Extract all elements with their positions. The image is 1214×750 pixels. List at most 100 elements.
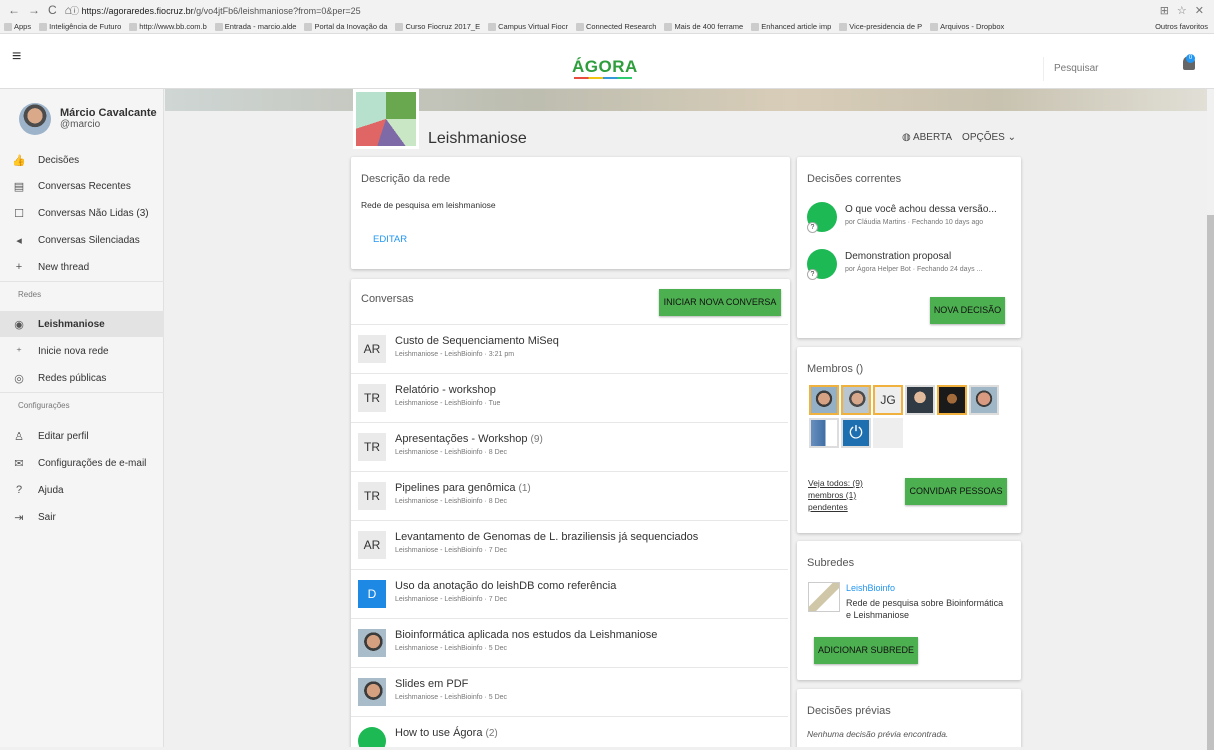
new-decision-button[interactable]: NOVA DECISÃO [930, 297, 1005, 324]
decision-title: Demonstration proposal [845, 251, 952, 262]
member-avatar[interactable] [937, 385, 967, 415]
sidebar-item[interactable]: ♙ Editar perfil [0, 423, 164, 449]
conversation-meta: Leishmaniose - LeishBioinfo · 3:21 pm [395, 351, 515, 358]
subnetwork-logo[interactable] [808, 582, 840, 612]
sidebar-item[interactable]: ▤ Conversas Recentes [0, 173, 164, 199]
sidebar-item[interactable]: ✉ Configurações de e-mail [0, 450, 164, 476]
star-icon[interactable]: ☆ [1177, 4, 1187, 17]
sidebar-item[interactable]: ? Ajuda [0, 477, 164, 503]
bookmark-item[interactable]: Enhanced article imp [747, 22, 835, 31]
bookmark-item[interactable]: Apps [0, 22, 35, 31]
sidebar-item[interactable]: ☐ Conversas Não Lidas (3) [0, 200, 164, 226]
scrollbar-thumb[interactable] [1207, 215, 1214, 750]
bookmark-item[interactable]: Campus Virtual Fiocr [484, 22, 572, 31]
user-profile[interactable]: Márcio Cavalcante @marcio [0, 89, 164, 144]
back-icon[interactable]: ← [8, 3, 20, 17]
bookmark-label: Vice-presidencia de P [849, 22, 923, 31]
member-avatar[interactable]: ⏻ [841, 418, 871, 448]
conversation-row[interactable]: Slides em PDF Leishmaniose - LeishBioinf… [351, 667, 788, 716]
close-tab-icon[interactable]: ✕ [1195, 4, 1204, 17]
conversation-avatar: TR [358, 384, 386, 412]
reload-icon[interactable]: C [48, 3, 57, 17]
edit-button[interactable]: EDITAR [373, 234, 407, 245]
bookmark-icon [39, 22, 48, 31]
conversation-meta: Leishmaniose - LeishBioinfo · 7 Dec [395, 547, 508, 554]
conversation-row[interactable]: How to use Ágora (2) [351, 716, 788, 747]
search-input[interactable]: Pesquisar [1043, 57, 1170, 81]
conversation-title-text: Custo de Sequenciamento MiSeq [395, 335, 559, 347]
conversation-meta: Leishmaniose - LeishBioinfo · 8 Dec [395, 449, 508, 456]
agora-logo[interactable]: ÁGORA [572, 57, 638, 77]
bookmark-item[interactable]: Inteligência de Futuro [35, 22, 125, 31]
bookmark-item[interactable]: Vice-presidencia de P [835, 22, 926, 31]
bookmark-label: Inteligência de Futuro [49, 22, 122, 31]
conversation-avatar [358, 678, 386, 706]
sidebar-item[interactable]: ◎ Redes públicas [0, 365, 164, 391]
decision-item[interactable]: ? O que você achou dessa versão... por Clá… [797, 202, 1017, 244]
conversation-row[interactable]: AR Custo de Sequenciamento MiSeq Leishman… [351, 324, 788, 373]
bookmark-item[interactable]: Entrada - marcio.alde [211, 22, 301, 31]
new-conversation-button[interactable]: INICIAR NOVA CONVERSA [659, 289, 781, 316]
bookmark-item[interactable]: Mais de 400 ferrame [660, 22, 747, 31]
current-decisions-card: Decisões correntes ? O que você achou des… [797, 157, 1021, 338]
subnetworks-title: Subredes [807, 557, 855, 569]
member-avatar[interactable] [809, 385, 839, 415]
decision-item[interactable]: ? Demonstration proposal por Ágora Helper … [797, 249, 1017, 291]
conversation-title-text: Apresentações - Workshop [395, 433, 528, 445]
subnetwork-name[interactable]: LeishBioinfo [846, 583, 895, 593]
bookmark-icon [488, 22, 497, 31]
sidebar-item[interactable]: + New thread [0, 254, 164, 280]
bookmark-item[interactable]: Connected Research [572, 22, 660, 31]
browser-nav: ← → C ⌂ [0, 3, 72, 17]
previous-decisions-empty: Nenhuma decisão prévia encontrada. [807, 729, 949, 739]
bookmark-label: Entrada - marcio.alde [224, 22, 297, 31]
privacy-status[interactable]: ◍ ABERTA [902, 132, 952, 143]
sidebar-item[interactable]: ⁺ Inicie nova rede [0, 338, 164, 364]
bookmark-item[interactable]: Curso Fiocruz 2017_E [391, 22, 484, 31]
add-subnetwork-button[interactable]: ADICIONAR SUBREDE [814, 637, 918, 664]
view-all-members-link[interactable]: Veja todos: (9) membros (1) pendentes [808, 477, 863, 513]
options-menu[interactable]: OPÇÕES ⌄ [962, 132, 1016, 143]
conversation-row[interactable]: D Uso da anotação do leishDB como referên… [351, 569, 788, 618]
invite-people-button[interactable]: CONVIDAR PESSOAS [905, 478, 1007, 505]
bookmark-item[interactable]: Arquivos - Dropbox [926, 22, 1008, 31]
sidebar-item[interactable]: 👍 Decisões [0, 147, 164, 173]
bookmark-icon [575, 22, 584, 31]
hamburger-menu-icon[interactable]: ≡ [12, 48, 21, 66]
conversation-row[interactable]: Bioinformática aplicada nos estudos da L… [351, 618, 788, 667]
address-bar[interactable]: ⓘ https://agoraredes.fiocruz.br/g/vo4jtF… [70, 4, 1160, 17]
conversation-avatar: AR [358, 531, 386, 559]
globe-icon: ◍ [902, 132, 913, 143]
sidebar-section-header: Redes [0, 281, 164, 301]
add-group-icon: ⁺ [16, 345, 22, 358]
forward-icon[interactable]: → [28, 3, 40, 17]
question-icon: ? [807, 222, 818, 233]
avatar[interactable] [19, 103, 51, 135]
bookmark-item[interactable]: Portal da Inovação da [300, 22, 391, 31]
member-avatar[interactable] [841, 385, 871, 415]
bookmark-item[interactable]: http://www.bb.com.b [125, 22, 211, 31]
conversation-row[interactable]: TR Apresentações - Workshop (9) Leishmanio… [351, 422, 788, 471]
sidebar-item[interactable]: ◉ Leishmaniose [0, 311, 164, 337]
decision-title: O que você achou dessa versão... [845, 204, 997, 215]
member-avatar[interactable]: JG [873, 385, 903, 415]
conversation-row[interactable]: TR Relatório - workshop Leishmaniose - Le… [351, 373, 788, 422]
member-avatar[interactable] [905, 385, 935, 415]
mute-icon: ◂ [16, 234, 22, 247]
member-avatar[interactable] [969, 385, 999, 415]
translate-icon[interactable]: ⊞ [1160, 4, 1169, 17]
url-host: https://agoraredes.fiocruz.br [81, 5, 194, 16]
sidebar-item[interactable]: ⇥ Sair [0, 504, 164, 530]
bookmark-icon [214, 22, 223, 31]
decisions-title: Decisões correntes [807, 173, 902, 185]
member-avatar[interactable] [809, 418, 839, 448]
conversation-avatar [358, 727, 386, 747]
sidebar-item[interactable]: ◂ Conversas Silenciadas [0, 227, 164, 253]
other-bookmarks[interactable]: Outros favoritos [1151, 22, 1214, 31]
conversation-row[interactable]: AR Levantamento de Genomas de L. brazilie… [351, 520, 788, 569]
bookmark-label: Mais de 400 ferrame [674, 22, 744, 31]
conversation-row[interactable]: TR Pipelines para genômica (1) Leishmanios… [351, 471, 788, 520]
conversation-avatar: D [358, 580, 386, 608]
conversation-title: Slides em PDF [395, 678, 468, 690]
members-card: Membros () JG ⏻ Veja todos: (9) membros … [797, 347, 1021, 533]
